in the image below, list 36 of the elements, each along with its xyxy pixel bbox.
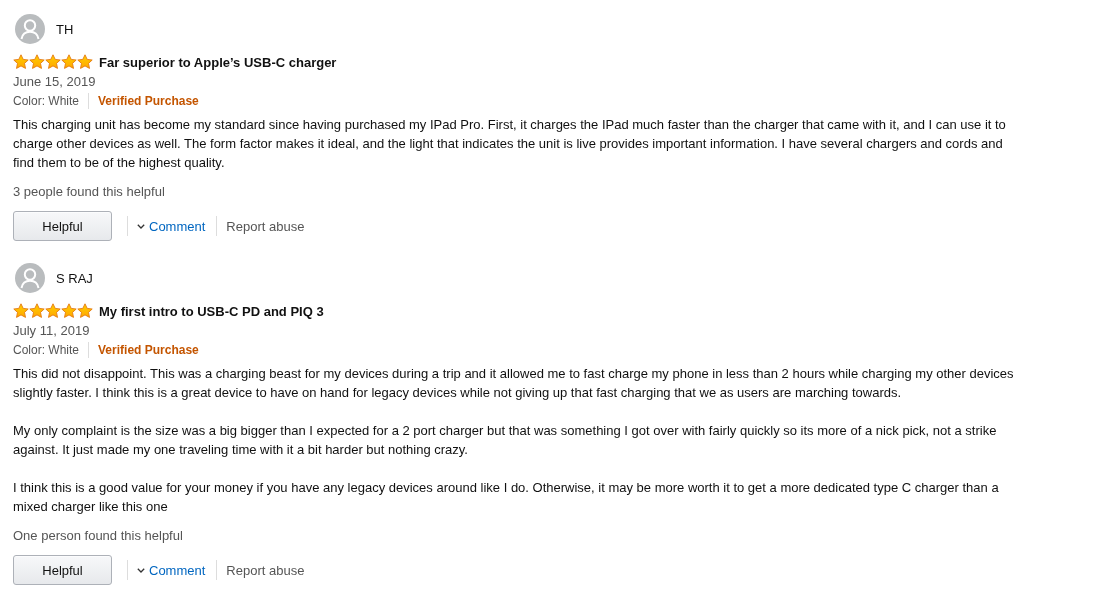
reviewer-name: TH: [56, 21, 74, 37]
review-date: June 15, 2019: [13, 73, 97, 91]
review-text: This charging unit has become my standard since having purchased my IPad Pro. First, it charges the IPad much faster than the charger that came with it, and I can use it to charge other devices as well. The form factor makes it ideal, and the light that indicates the unit is live provides important information. I have several chargers and cords and find them to be of the highest quality.: [13, 116, 1007, 172]
chevron-down-icon: [137, 223, 145, 229]
avatar-icon: [15, 14, 45, 44]
comment-link[interactable]: Comment: [137, 218, 206, 234]
comment-link[interactable]: Comment: [137, 562, 206, 578]
reviewer-name: S RAJ: [56, 270, 93, 286]
verified-purchase-label: Verified Purchase: [98, 93, 199, 108]
star-icon: [29, 54, 45, 70]
star-icon: [61, 54, 77, 70]
review-text: This did not disappoint. This was a charging beast for my devices during a trip and it allowed me to fast charge my phone in less than 2 hours while charging my other devices slightly faster. I think this is a great device to have on hand for legacy devices while not giving up that fast charging that we as users are marching towards.: [13, 365, 1015, 402]
verified-purchase-label: Verified Purchase: [98, 342, 199, 357]
review-title[interactable]: My first intro to USB-C PD and PIQ 3: [99, 303, 324, 319]
chevron-down-icon: [137, 567, 145, 573]
helpful-count: One person found this helpful: [13, 527, 184, 545]
review-title[interactable]: Far superior to Apple’s USB-C charger: [99, 54, 337, 70]
star-icon: [13, 54, 29, 70]
helpful-button[interactable]: Helpful: [13, 555, 112, 585]
star-icon: [77, 303, 93, 319]
star-icon: [13, 303, 29, 319]
variant-label: Color: White: [13, 342, 80, 357]
helpful-button[interactable]: Helpful: [13, 211, 112, 241]
helpful-count: 3 people found this helpful: [13, 183, 166, 201]
avatar-icon: [15, 263, 45, 293]
star-icon: [61, 303, 77, 319]
report-abuse-link[interactable]: Report abuse: [226, 562, 305, 578]
star-icon: [29, 303, 45, 319]
review-text: I think this is a good value for your money if you have any legacy devices around like I do. Otherwise, it may be more worth it to get a more dedicated type C charger than a mixed charger like this one: [13, 479, 1000, 516]
star-icon: [45, 303, 61, 319]
review-date: July 11, 2019: [13, 322, 91, 340]
report-abuse-link[interactable]: Report abuse: [226, 218, 305, 234]
review-text: My only complaint is the size was a big bigger than I expected for a 2 port charger but that was something I got over with fairly quickly so its more of a nick pick, not a strike against. It just made my one traveling time with it a bit harder but nothing crazy.: [13, 422, 998, 459]
star-icon: [45, 54, 61, 70]
star-icon: [77, 54, 93, 70]
variant-label: Color: White: [13, 93, 80, 108]
